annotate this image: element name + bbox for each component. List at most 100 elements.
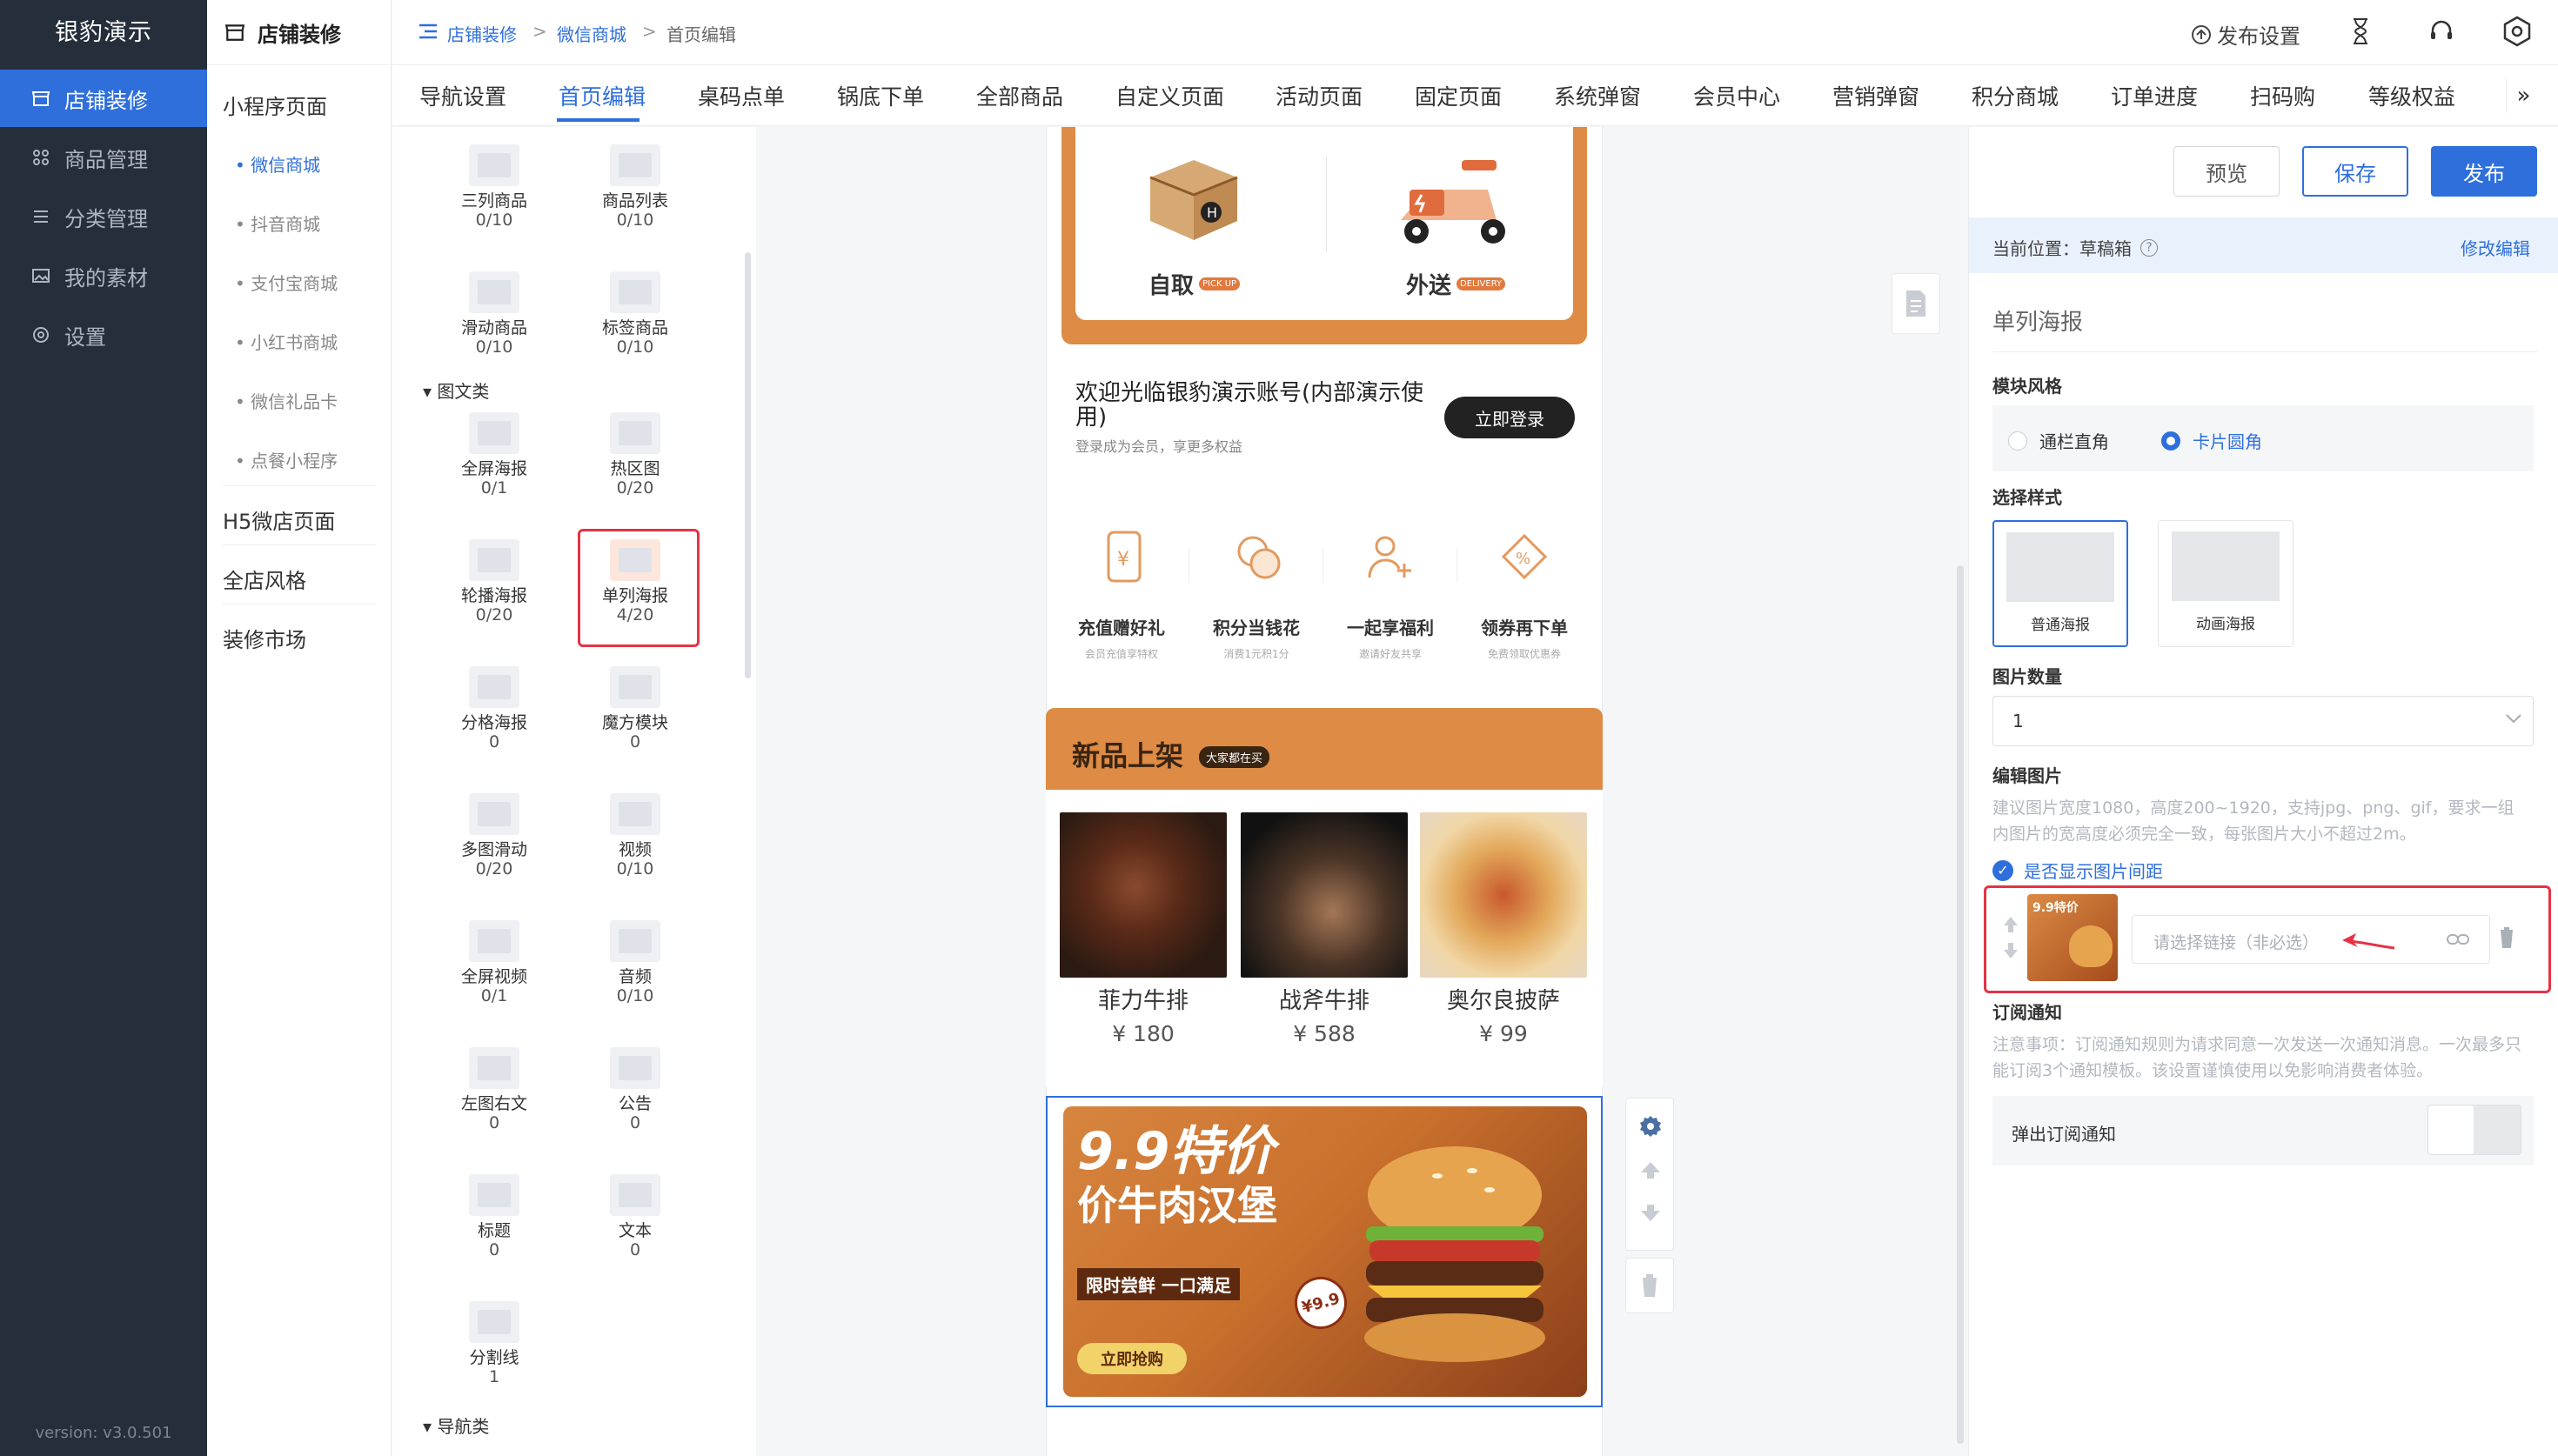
component-grid-poster[interactable]: 分格海报 0	[425, 666, 564, 751]
gear-icon[interactable]	[1639, 1115, 1662, 1138]
product-image-pizza[interactable]	[1420, 812, 1587, 978]
edit-location-link[interactable]: 修改编辑	[2461, 235, 2530, 260]
sidebar-item-categories[interactable]: 分类管理	[0, 188, 207, 245]
sort-arrows-icon[interactable]	[2001, 913, 2020, 962]
move-down-icon[interactable]	[1639, 1204, 1662, 1223]
subnav-item-ordering[interactable]: • 点餐小程序	[235, 447, 338, 472]
publish-settings-button[interactable]: 发布设置	[2191, 19, 2300, 50]
component-title[interactable]: 标题 0	[425, 1174, 564, 1259]
trash-icon[interactable]	[2497, 925, 2516, 950]
component-left-image-right-text[interactable]: 左图右文 0	[425, 1047, 564, 1132]
component-three-col-products[interactable]: 三列商品 0/10	[425, 144, 564, 230]
style-option-square[interactable]: 通栏直角	[2008, 428, 2109, 453]
tab-order-progress[interactable]: 订单进度	[2111, 80, 2198, 111]
tab-activity-page[interactable]: 活动页面	[1276, 80, 1363, 111]
headset-icon[interactable]	[2427, 17, 2455, 45]
sidebar-item-materials[interactable]: 我的素材	[0, 247, 207, 304]
tab-member-center[interactable]: 会员中心	[1693, 80, 1780, 111]
product-image-tomahawk[interactable]	[1241, 812, 1408, 978]
subscribe-popup-toggle[interactable]	[2427, 1105, 2521, 1155]
component-carousel-poster[interactable]: 轮播海报 0/20	[425, 539, 564, 624]
uploaded-poster-thumbnail[interactable]: 9.9特价	[2027, 894, 2118, 981]
component-tag-products[interactable]: 标签商品 0/10	[566, 271, 705, 357]
component-video[interactable]: 视频 0/10	[566, 793, 705, 878]
tabs-scroll-right-icon[interactable]: »	[2506, 78, 2541, 113]
component-divider[interactable]: 分割线 1	[425, 1301, 564, 1386]
tab-system-popup[interactable]: 系统弹窗	[1554, 80, 1641, 111]
tab-all-products[interactable]: 全部商品	[976, 80, 1063, 111]
save-button[interactable]: 保存	[2302, 146, 2408, 197]
style-card-normal[interactable]: 普通海报	[1992, 520, 2128, 647]
tab-table-order[interactable]: 桌码点单	[698, 80, 785, 111]
breadcrumb-item[interactable]: 店铺装修	[447, 21, 517, 46]
tab-nav-settings[interactable]: 导航设置	[419, 80, 506, 111]
component-multi-slide[interactable]: 多图滑动 0/20	[425, 793, 564, 878]
divider	[223, 485, 376, 486]
settings-hex-icon[interactable]	[2502, 16, 2532, 47]
link-input[interactable]: 请选择链接（非必选）	[2132, 915, 2490, 964]
pickup-option[interactable]: 自取 PICK UP	[1148, 268, 1241, 300]
subnav-item-alipay[interactable]: • 支付宝商城	[235, 270, 338, 295]
subnav-item-douyin[interactable]: • 抖音商城	[235, 210, 320, 236]
delete-module-button[interactable]	[1625, 1258, 1674, 1313]
perk-recharge[interactable]: 充值赠好礼 会员充值享特权	[1074, 614, 1169, 661]
component-product-list[interactable]: 商品列表 0/10	[566, 144, 705, 230]
module-style-label: 模块风格	[1992, 376, 2062, 397]
tab-scan-buy[interactable]: 扫码购	[2250, 80, 2315, 111]
group-header-tuwen[interactable]: ▾ 图文类	[423, 377, 489, 403]
component-hotspot[interactable]: 热区图 0/20	[566, 412, 705, 498]
component-audio[interactable]: 音频 0/10	[566, 920, 705, 1005]
product-price: ¥ 180	[1112, 1021, 1175, 1046]
image-count-select[interactable]: 1	[1992, 696, 2534, 746]
page-settings-icon[interactable]	[1892, 273, 1940, 334]
subnav-item-h5[interactable]: H5微店页面	[223, 504, 335, 535]
tab-custom-page[interactable]: 自定义页面	[1115, 80, 1224, 111]
preview-button[interactable]: 预览	[2173, 146, 2280, 197]
component-name: 文本	[618, 1221, 652, 1240]
image-icon	[469, 666, 519, 708]
poster-cta-button[interactable]: 立即抢购	[1077, 1343, 1187, 1374]
sidebar-item-products[interactable]: 商品管理	[0, 129, 207, 186]
component-text[interactable]: 文本 0	[566, 1174, 705, 1259]
component-scrollbar[interactable]	[745, 252, 751, 678]
perk-coupon[interactable]: 领券再下单 免费领取优惠券	[1477, 614, 1572, 661]
image-spacing-checkbox[interactable]: ✓ 是否显示图片间距	[1992, 858, 2163, 883]
component-magic-cube[interactable]: 魔方模块 0	[566, 666, 705, 751]
login-button[interactable]: 立即登录	[1444, 397, 1575, 438]
subscribe-popup-label: 弹出订阅通知	[2012, 1124, 2116, 1145]
tab-level-benefits[interactable]: 等级权益	[2368, 80, 2455, 111]
subnav-item-style[interactable]: 全店风格	[223, 564, 306, 594]
component-fullscreen-poster[interactable]: 全屏海报 0/1	[425, 412, 564, 498]
tab-hotpot-order[interactable]: 锅底下单	[837, 80, 924, 111]
publish-button[interactable]: 发布	[2431, 146, 2537, 197]
subnav-item-xiaohongshu[interactable]: • 小红书商城	[235, 329, 338, 354]
component-fullscreen-video[interactable]: 全屏视频 0/1	[425, 920, 564, 1005]
component-slide-products[interactable]: 滑动商品 0/10	[425, 271, 564, 357]
product-image-filet[interactable]	[1060, 812, 1227, 978]
help-icon[interactable]: ?	[2140, 238, 2158, 257]
canvas-scrollbar[interactable]	[1957, 565, 1964, 1444]
subnav-item-market[interactable]: 装修市场	[223, 623, 306, 653]
sidebar-item-store-decoration[interactable]: 店铺装修	[0, 70, 207, 127]
tab-marketing-popup[interactable]: 营销弹窗	[1832, 80, 1919, 111]
tab-home-edit[interactable]: 首页编辑	[559, 80, 646, 111]
move-up-icon[interactable]	[1639, 1160, 1662, 1179]
group-header-nav[interactable]: ▾ 导航类	[423, 1413, 489, 1438]
burger-poster[interactable]: ¥9.9 9.9特价 价牛肉汉堡 限时尝鲜 一口满足 立即抢购	[1063, 1106, 1587, 1397]
tab-points-mall[interactable]: 积分商城	[1972, 80, 2059, 111]
sidebar-item-settings[interactable]: 设置	[0, 306, 207, 364]
perk-invite[interactable]: 一起享福利 邀请好友共享	[1343, 614, 1438, 661]
menu-fold-icon[interactable]	[418, 23, 439, 40]
style-card-animated[interactable]: 动画海报	[2158, 520, 2293, 647]
subnav-item-giftcard[interactable]: • 微信礼品卡	[235, 388, 338, 413]
subnav-item-wechat-mall[interactable]: • 微信商城	[235, 151, 320, 177]
subnav-item-miniprogram[interactable]: 小程序页面	[223, 90, 327, 120]
style-option-rounded[interactable]: 卡片圆角	[2161, 428, 2262, 453]
breadcrumb-item[interactable]: 微信商城	[557, 21, 626, 46]
perk-points[interactable]: 积分当钱花 消费1元积1分	[1209, 614, 1304, 661]
delivery-option[interactable]: 外送 DELIVERY	[1406, 268, 1506, 300]
hourglass-icon[interactable]	[2351, 17, 2370, 45]
tab-fixed-page[interactable]: 固定页面	[1415, 80, 1502, 111]
component-name: 全屏视频	[460, 967, 527, 986]
component-notice[interactable]: 公告 0	[566, 1047, 705, 1132]
